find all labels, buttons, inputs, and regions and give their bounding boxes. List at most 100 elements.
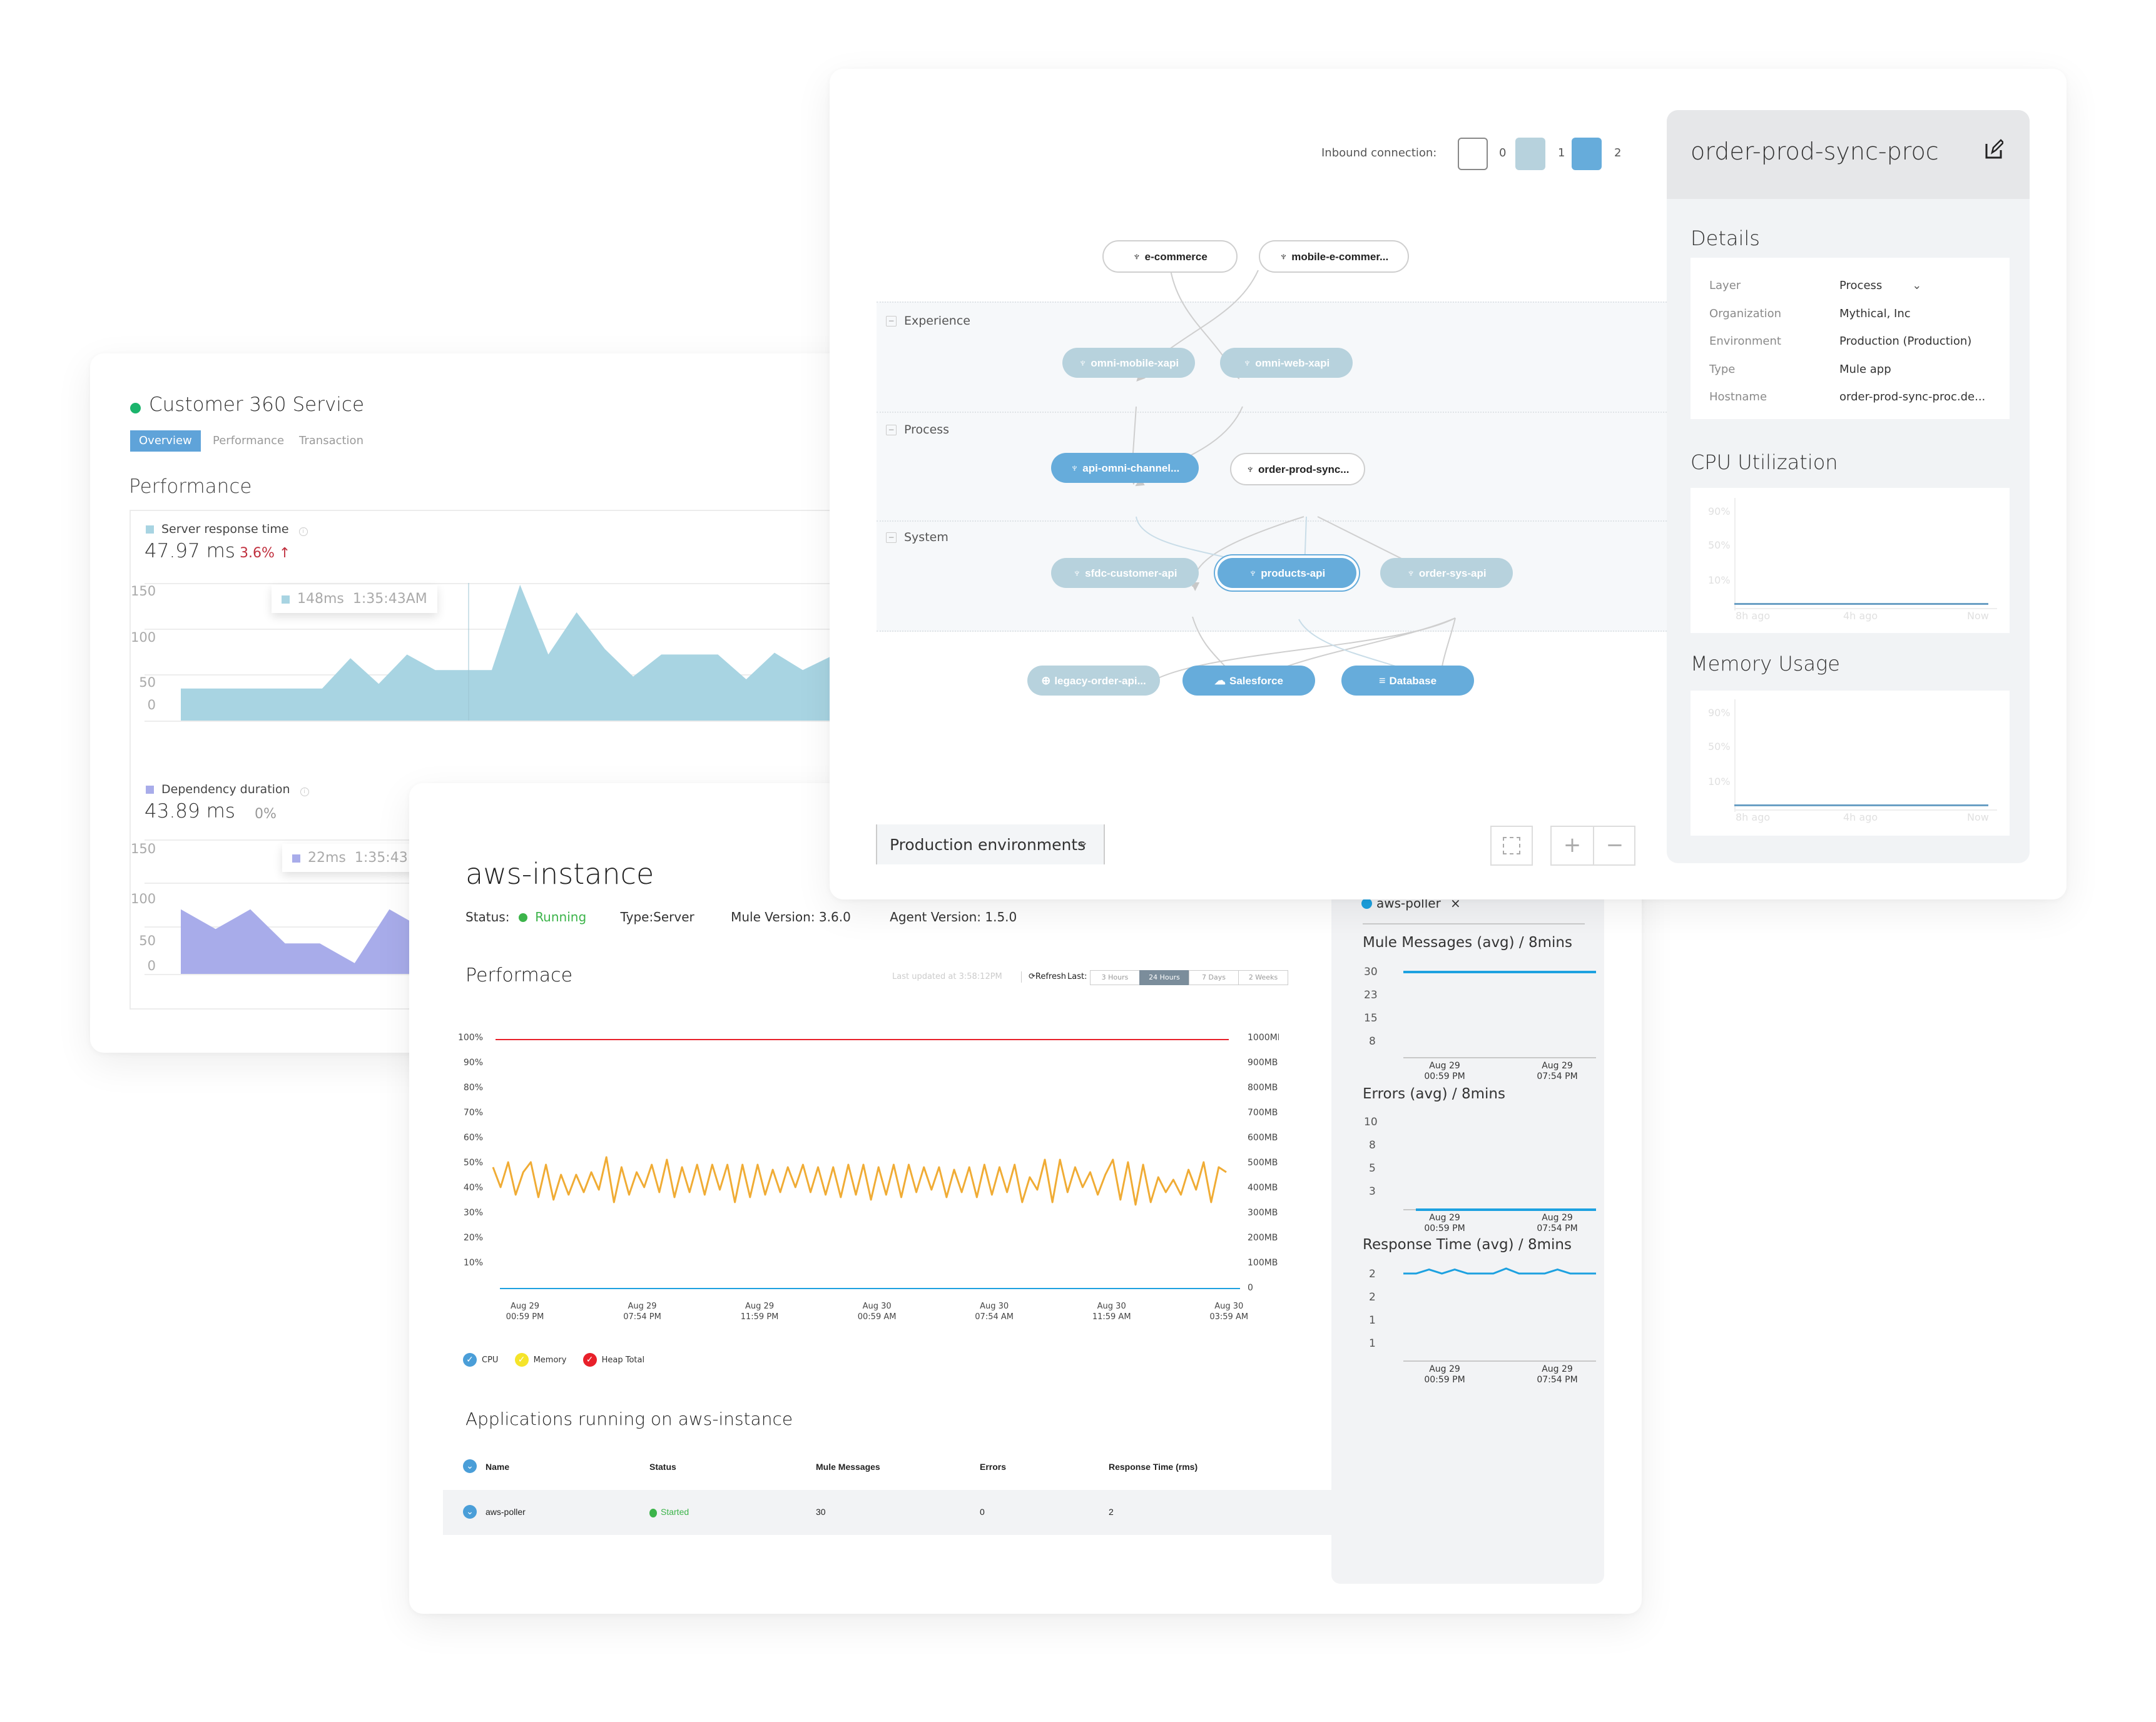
- cell-name[interactable]: aws-poller: [486, 1507, 526, 1517]
- refresh-button[interactable]: ⟳Refresh: [1029, 972, 1066, 981]
- y-tick: 10: [1364, 1116, 1378, 1128]
- y-tick: 90%: [1708, 707, 1731, 719]
- errors-line: [1416, 1208, 1596, 1211]
- node-omni-mobile-xapi[interactable]: ♆ omni-mobile-xapi: [1062, 348, 1195, 378]
- y2-tick: 400MB: [1248, 1183, 1278, 1193]
- divider: [1363, 923, 1585, 924]
- y-axis: [1734, 699, 1736, 812]
- col-name[interactable]: Name: [486, 1462, 509, 1472]
- zoom-in-button[interactable]: +: [1552, 827, 1594, 864]
- y-tick: 1: [1369, 1337, 1376, 1350]
- range-3-hours[interactable]: 3 Hours: [1090, 970, 1140, 985]
- environment-select[interactable]: Production environments ⌄: [876, 824, 1105, 864]
- node-database[interactable]: ≡ Database: [1341, 666, 1474, 696]
- node-order-prod-sync[interactable]: ♆ order-prod-sync...: [1230, 453, 1365, 485]
- legend-item-cpu[interactable]: ✓ CPU: [463, 1353, 498, 1367]
- environment-select-value: Production environments: [890, 836, 1086, 854]
- mule-messages-line: [1403, 971, 1596, 973]
- response-time-line: [1403, 1267, 1596, 1275]
- node-legacy-order-api[interactable]: ⊕ legacy-order-api...: [1027, 666, 1160, 696]
- response-time-title: Response Time (avg) / 8mins: [1363, 1237, 1572, 1253]
- x-tick: Now: [1967, 811, 1989, 823]
- range-2-weeks[interactable]: 2 Weeks: [1238, 970, 1288, 985]
- tab-transaction[interactable]: Transaction: [290, 430, 372, 452]
- node-mobile-e-commerce[interactable]: ♆ mobile-e-commer...: [1259, 240, 1409, 273]
- errors-title: Errors (avg) / 8mins: [1363, 1086, 1505, 1102]
- y2-tick: 100MB: [1248, 1258, 1278, 1268]
- x-axis: [1403, 1360, 1596, 1362]
- node-detail-panel: order-prod-sync-proc Details Layer Proces…: [1667, 110, 2030, 863]
- dependency-legend: Dependency duration i: [146, 782, 309, 796]
- tooltip-value: 22ms: [308, 850, 346, 866]
- cpu-heading: CPU Utilization: [1691, 450, 1838, 474]
- memory-line: [492, 1156, 1227, 1206]
- y-tick: 10%: [464, 1258, 483, 1268]
- y-tick: 150: [131, 841, 156, 856]
- info-icon[interactable]: i: [300, 788, 309, 796]
- node-salesforce[interactable]: ☁ Salesforce: [1182, 666, 1315, 696]
- range-24-hours[interactable]: 24 Hours: [1139, 970, 1189, 985]
- table-header: ⌄ Name Status Mule Messages Errors Respo…: [443, 1452, 1331, 1490]
- detail-title: order-prod-sync-proc: [1691, 138, 1939, 165]
- node-omni-web-xapi[interactable]: ♆ omni-web-xapi: [1220, 348, 1353, 378]
- y-tick: 90%: [464, 1058, 483, 1068]
- col-errors[interactable]: Errors: [980, 1462, 1006, 1472]
- legend-item-memory[interactable]: ✓ Memory: [514, 1353, 566, 1367]
- x-tick: Aug 29 00:59 PM: [1424, 1061, 1465, 1081]
- table-row[interactable]: ⌄ aws-poller Started 30 0 2: [443, 1490, 1331, 1535]
- x-tick: 4h ago: [1843, 610, 1878, 622]
- y2-tick: 600MB: [1248, 1133, 1278, 1143]
- expand-all-icon[interactable]: ⌄: [463, 1459, 477, 1473]
- node-e-commerce[interactable]: ♆ e-commerce: [1102, 240, 1238, 273]
- y-tick: 50%: [1708, 741, 1731, 752]
- server-response-label: Server response time: [161, 522, 289, 536]
- instance-title: aws-instance: [465, 857, 654, 891]
- status-dot: [130, 403, 141, 413]
- x-tick: Aug 29 00:59 PM: [506, 1302, 544, 1322]
- mule-icon: ♆: [1279, 250, 1288, 263]
- y-tick: 60%: [464, 1133, 483, 1143]
- tab-performance[interactable]: Performance: [204, 430, 293, 452]
- node-sfdc-customer-api[interactable]: ♆ sfdc-customer-api: [1051, 558, 1199, 588]
- y2-tick: 1000MB: [1248, 1033, 1279, 1043]
- layer-select[interactable]: Process: [1839, 279, 1882, 292]
- legend-item-heap[interactable]: ✓ Heap Total: [582, 1353, 644, 1367]
- y-tick: 30%: [464, 1208, 483, 1218]
- divider: [1021, 971, 1022, 983]
- y-tick: 20%: [464, 1233, 483, 1243]
- memory-line: [1734, 804, 1988, 806]
- col-response-time[interactable]: Response Time (rms): [1109, 1462, 1197, 1472]
- chevron-down-icon[interactable]: ⌄: [1912, 279, 1921, 292]
- y2-tick: 800MB: [1248, 1083, 1278, 1093]
- y2-tick: 0: [1248, 1283, 1253, 1293]
- last-label: Last:: [1067, 972, 1087, 981]
- app-metrics-panel: aws-poller × Mule Messages (avg) / 8mins…: [1331, 891, 1604, 1584]
- fit-screen-button[interactable]: [1490, 826, 1533, 866]
- y-tick: 50: [139, 675, 156, 690]
- y-tick: 0: [147, 697, 156, 712]
- node-products-api[interactable]: ♆ products-api: [1218, 558, 1356, 588]
- y-tick: 100: [131, 891, 156, 906]
- range-7-days[interactable]: 7 Days: [1189, 970, 1239, 985]
- detail-row: Environment Production (Production): [1709, 335, 1972, 348]
- node-api-omni-channel[interactable]: ♆ api-omni-channel...: [1051, 453, 1199, 483]
- y-tick: 40%: [464, 1183, 483, 1193]
- x-tick: Aug 29 07:54 PM: [1537, 1213, 1578, 1233]
- node-order-sys-api[interactable]: ♆ order-sys-api: [1380, 558, 1513, 588]
- y-tick: 23: [1364, 989, 1378, 1001]
- response-time-polyline: [1403, 1267, 1596, 1275]
- performance-chart-svg: 100% 90% 80% 70% 60% 50% 40% 30% 20% 10% 1000MB 900…: [458, 1033, 1283, 1322]
- col-mule-messages[interactable]: Mule Messages: [816, 1462, 880, 1472]
- col-status[interactable]: Status: [649, 1462, 676, 1472]
- y2-tick: 200MB: [1248, 1233, 1278, 1243]
- y-tick: 8: [1369, 1035, 1376, 1048]
- edit-icon[interactable]: [1985, 139, 2005, 159]
- info-icon[interactable]: i: [298, 527, 308, 536]
- y-tick: 50%: [464, 1158, 483, 1168]
- tooltip-swatch: [282, 595, 290, 604]
- zoom-out-button[interactable]: −: [1594, 827, 1635, 864]
- mule-icon: ♆: [1406, 567, 1415, 579]
- tab-overview[interactable]: Overview: [130, 430, 201, 452]
- expand-row-icon[interactable]: ⌄: [463, 1505, 477, 1519]
- detail-row: Hostname order-prod-sync-proc.de...: [1709, 390, 1986, 403]
